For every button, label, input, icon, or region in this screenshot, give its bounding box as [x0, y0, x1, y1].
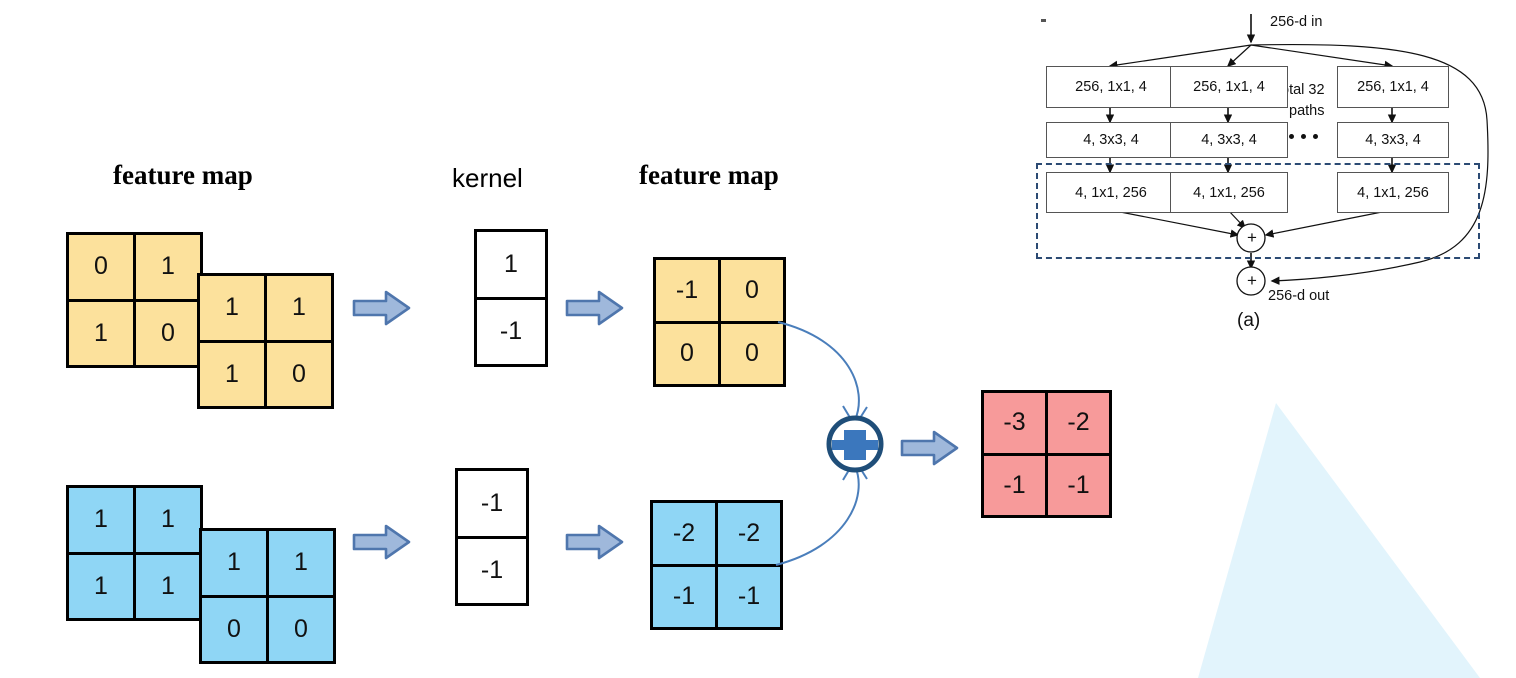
arrow-yellow-to-kernel — [352, 290, 411, 326]
resnext-inner-sum-symbol: + — [1247, 228, 1257, 247]
matrix-cell: 1 — [69, 301, 133, 365]
resnext-outer-sum-symbol: + — [1247, 271, 1257, 290]
matrix-cell: -1 — [653, 566, 715, 627]
resnext-output-label: 256-d out — [1268, 288, 1330, 304]
arrow-blue-to-kernel — [352, 524, 411, 560]
arrow-kernel-to-blue-output — [565, 524, 624, 560]
matrix-cell: 0 — [202, 597, 266, 661]
matrix-cell: -3 — [984, 393, 1045, 453]
matrix-cell: 1 — [202, 531, 266, 595]
blue-back-map: 1 1 1 1 — [66, 485, 203, 621]
arrow-kernel-to-yellow-output — [565, 290, 624, 326]
resnext-box-col2-row3: 4, 1x1, 256 — [1170, 172, 1288, 213]
diagram-canvas: feature map kernel feature map 0 1 1 0 1… — [0, 0, 1516, 678]
matrix-cell: -1 — [656, 260, 718, 321]
matrix-cell: 0 — [69, 235, 133, 299]
matrix-cell: 1 — [69, 554, 133, 618]
resnext-block-figure: 256-d in 256-d out (a) total 32 paths 25… — [1000, 0, 1516, 350]
resnext-box-col1-row2: 4, 3x3, 4 — [1046, 122, 1176, 158]
yellow-back-map: 0 1 1 0 — [66, 232, 203, 368]
kernel-cell: -1 — [477, 299, 545, 364]
matrix-cell: -2 — [653, 503, 715, 564]
yellow-front-map: 1 1 1 0 — [197, 273, 334, 409]
matrix-cell: 1 — [267, 276, 331, 340]
matrix-cell: -1 — [984, 455, 1045, 515]
arrow-sum-to-result — [900, 430, 959, 466]
resnext-box-col3-row2: 4, 3x3, 4 — [1337, 122, 1449, 158]
watermark-triangle — [1198, 403, 1480, 678]
matrix-cell: 1 — [200, 276, 264, 340]
resnext-input-label: 256-d in — [1270, 14, 1323, 30]
resnext-box-col1-row3: 4, 1x1, 256 — [1046, 172, 1176, 213]
blue-front-map: 1 1 0 0 — [199, 528, 336, 664]
matrix-cell: 1 — [200, 342, 264, 406]
kernel-bottom: -1 -1 — [455, 468, 529, 606]
matrix-cell: 1 — [136, 235, 200, 299]
matrix-cell: -2 — [1048, 393, 1109, 453]
matrix-cell: 1 — [269, 531, 333, 595]
resnext-box-col1-row1: 256, 1x1, 4 — [1046, 66, 1176, 108]
matrix-cell: 0 — [136, 301, 200, 365]
red-sum-map: -3 -2 -1 -1 — [981, 390, 1112, 518]
matrix-cell: 1 — [136, 554, 200, 618]
matrix-cell: 0 — [267, 342, 331, 406]
kernel-cell: -1 — [458, 538, 526, 603]
page-title-kernel: kernel — [452, 163, 523, 193]
page-title-feature-map-right: feature map — [639, 160, 779, 190]
resnext-paths-label-line2: paths — [1289, 103, 1325, 119]
resnext-box-col2-row1: 256, 1x1, 4 — [1170, 66, 1288, 108]
resnext-box-col3-row1: 256, 1x1, 4 — [1337, 66, 1449, 108]
matrix-cell: 0 — [656, 323, 718, 384]
matrix-cell: 0 — [269, 597, 333, 661]
resnext-box-col3-row3: 4, 1x1, 256 — [1337, 172, 1449, 213]
kernel-cell: 1 — [477, 232, 545, 297]
matrix-cell: 1 — [69, 488, 133, 552]
matrix-cell: -1 — [1048, 455, 1109, 515]
matrix-cell: 1 — [136, 488, 200, 552]
kernel-cell: -1 — [458, 471, 526, 536]
page-title-feature-map-left: feature map — [113, 160, 253, 190]
resnext-box-col2-row2: 4, 3x3, 4 — [1170, 122, 1288, 158]
element-wise-sum-node — [775, 321, 884, 566]
resnext-figure-caption: (a) — [1237, 310, 1261, 331]
kernel-top: 1 -1 — [474, 229, 548, 367]
